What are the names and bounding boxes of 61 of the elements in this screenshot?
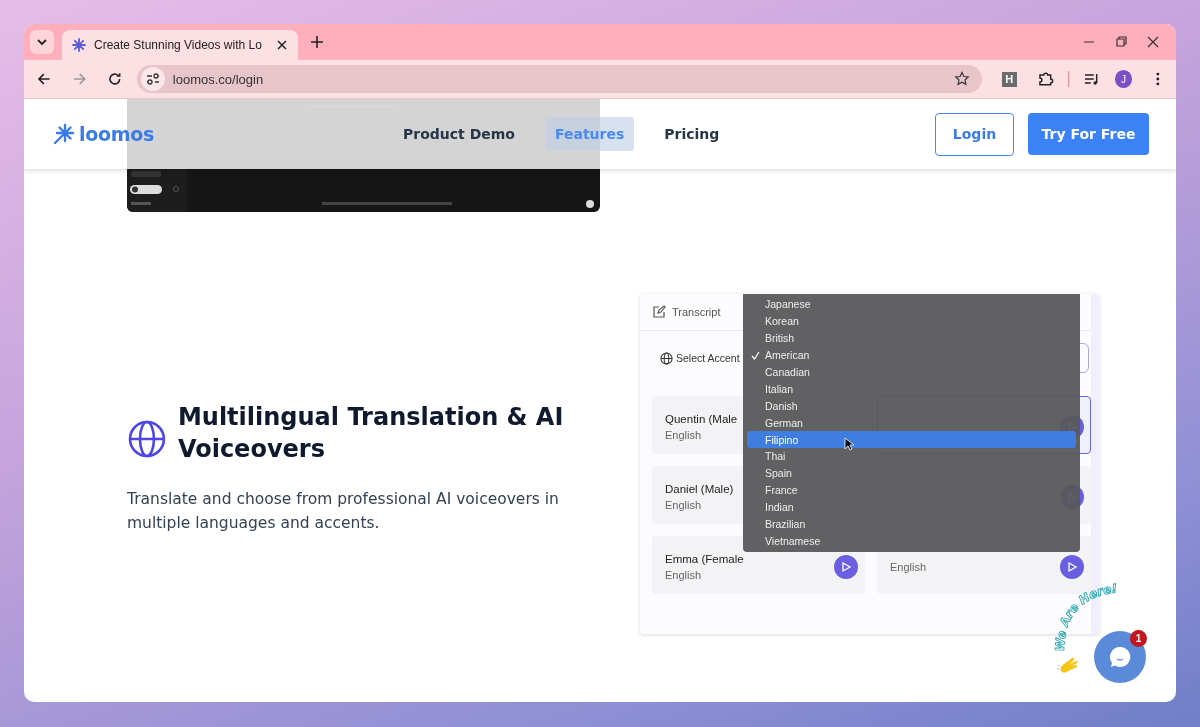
voice-language: English <box>665 499 703 511</box>
voice-language: English <box>890 561 927 573</box>
voice-name: Quentin (Male <box>665 413 738 425</box>
dropdown-option[interactable]: Canadian <box>747 363 1076 381</box>
dropdown-option[interactable]: Spain <box>747 464 1076 482</box>
dropdown-option[interactable]: Italian <box>747 380 1076 398</box>
voice-name: Emma (Female <box>665 553 744 565</box>
browser-tab[interactable]: Create Stunning Videos with Lo <box>62 30 298 60</box>
login-button[interactable]: Login <box>935 112 1014 156</box>
reload-icon[interactable] <box>107 71 123 87</box>
nav-link[interactable]: Pricing <box>654 117 730 151</box>
restore-icon[interactable] <box>1114 35 1128 49</box>
chat-bubble-icon <box>1108 645 1132 669</box>
tab-title: Create Stunning Videos with Lo <box>94 38 263 52</box>
play-icon <box>1066 561 1078 573</box>
dropdown-option[interactable]: Indian <box>747 498 1076 516</box>
accent-label: Select Accent <box>676 352 740 364</box>
globe-icon <box>127 419 167 459</box>
new-tab-icon[interactable] <box>310 35 324 49</box>
puzzle-icon[interactable] <box>1036 70 1055 88</box>
voice-language: English <box>665 569 703 581</box>
logo-icon <box>53 123 75 145</box>
dropdown-option[interactable]: Japanese <box>747 296 1076 313</box>
asterisk-icon <box>72 38 86 52</box>
play-button[interactable] <box>1060 555 1084 579</box>
close-window-icon[interactable] <box>1146 35 1160 49</box>
feature-description: Translate and choose from professional AI voiceovers in multiple languages and accents. <box>127 489 560 534</box>
dropdown-option[interactable]: Danish <box>747 397 1076 415</box>
logo-text[interactable]: loomos <box>79 123 154 145</box>
dropdown-option[interactable]: German <box>747 414 1076 432</box>
feature-title: Multilingual Translation & AI Voiceovers <box>177 402 565 465</box>
star-icon[interactable] <box>954 71 970 87</box>
play-button[interactable] <box>834 555 858 579</box>
chat-button[interactable] <box>1094 631 1146 683</box>
try-for-free-button[interactable]: Try For Free <box>1028 112 1149 155</box>
globe-icon <box>660 351 673 365</box>
dropdown-option[interactable]: American <box>747 346 1076 364</box>
tab-list-button[interactable] <box>30 30 54 54</box>
site-settings-icon[interactable] <box>140 67 165 91</box>
nav-link[interactable]: Product Demo <box>393 117 525 151</box>
address-bar[interactable]: loomos.co/login <box>136 65 982 93</box>
play-icon <box>840 561 852 573</box>
extension-button[interactable]: H <box>1002 71 1017 87</box>
transcript-tab[interactable]: Transcript <box>652 305 721 319</box>
notification-badge: 1 <box>1130 630 1147 647</box>
dropdown-option[interactable]: Korean <box>747 312 1076 330</box>
voice-name: Daniel (Male) <box>665 483 734 495</box>
checkmark-icon <box>751 350 760 360</box>
edit-icon <box>652 305 666 319</box>
dropdown-option[interactable]: British <box>747 329 1076 347</box>
dropdown-option[interactable]: France <box>747 481 1076 499</box>
mouse-pointer-icon <box>844 436 855 451</box>
back-icon[interactable] <box>36 71 52 87</box>
close-icon[interactable] <box>276 39 288 51</box>
url-text: loomos.co/login <box>172 71 264 87</box>
chevron-down-icon <box>36 36 48 48</box>
dropdown-option[interactable]: Brazilian <box>747 515 1076 533</box>
dropdown-option[interactable]: Filipino <box>747 431 1076 448</box>
profile-avatar[interactable]: J <box>1114 70 1133 88</box>
dropdown-option[interactable]: Thai <box>747 448 1076 465</box>
voice-language: English <box>665 429 703 441</box>
